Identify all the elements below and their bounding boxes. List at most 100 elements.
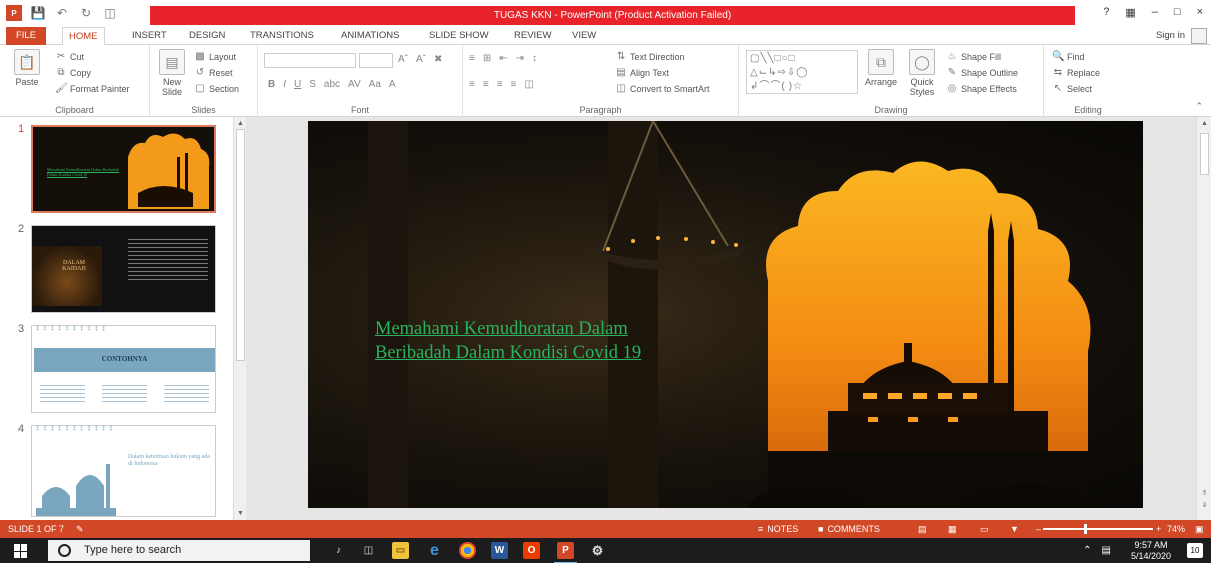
reset-button[interactable]: ↺ Reset — [194, 67, 233, 79]
sign-in-link[interactable]: Sign in — [1156, 30, 1185, 41]
thumbnail-slide-3[interactable]: ‡‡‡‡‡‡‡‡‡‡ CONTOHNYA — [31, 325, 216, 413]
thumbnail-slide-4[interactable]: ‡‡‡‡‡‡‡‡‡‡‡ Dalam ketentuan hukum yang a… — [31, 425, 216, 517]
reading-view-icon[interactable]: ▭ — [980, 520, 989, 538]
align-right-icon[interactable]: ≡ — [497, 79, 503, 90]
new-slide-button[interactable]: ▤ New Slide — [156, 49, 188, 97]
numbering-icon[interactable]: ⊞ — [483, 53, 491, 64]
layout-button[interactable]: ▩ Layout — [194, 51, 236, 63]
line-spacing-icon[interactable]: ↕ — [532, 53, 537, 64]
shape-fill-button[interactable]: ♨ Shape Fill — [946, 51, 1002, 63]
font-size-dropdown[interactable] — [359, 53, 393, 68]
close-button[interactable]: × — [1197, 6, 1203, 19]
powerpoint-taskbar-icon[interactable]: P — [554, 542, 577, 563]
font-color-icon[interactable]: A — [389, 79, 396, 90]
notes-button[interactable]: ≡ NOTES — [758, 520, 798, 538]
align-center-icon[interactable]: ≡ — [483, 79, 489, 90]
next-slide-icon[interactable]: ⇓ — [1200, 501, 1209, 510]
copy-button[interactable]: ⧉ Copy — [55, 67, 91, 79]
tab-design[interactable]: DESIGN — [183, 27, 231, 45]
settings-gear-icon[interactable]: ⚙ — [589, 542, 606, 559]
zoom-level[interactable]: 74% — [1167, 520, 1185, 538]
underline-icon[interactable]: U — [294, 79, 301, 90]
normal-view-icon[interactable]: ▤ — [918, 520, 927, 538]
format-painter-button[interactable]: 🖌 Format Painter — [55, 83, 130, 95]
clear-formatting-icon[interactable]: ✖ — [434, 54, 442, 65]
fit-slide-icon[interactable]: ▣ — [1195, 520, 1204, 538]
maximize-button[interactable]: □ — [1174, 6, 1181, 19]
slide-canvas[interactable]: Memahami Kemudhoratan Dalam Beribadah Da… — [308, 121, 1143, 508]
text-direction-button[interactable]: ⇅ Text Direction — [615, 51, 685, 63]
taskbar-search[interactable]: Type here to search — [48, 540, 310, 561]
avatar[interactable] — [1191, 28, 1207, 44]
select-button[interactable]: ↖ Select — [1052, 83, 1092, 95]
chrome-icon[interactable] — [459, 542, 476, 559]
scroll-up-arrow-icon[interactable]: ▲ — [1200, 119, 1209, 128]
convert-smartart-button[interactable]: ◫ Convert to SmartArt — [615, 83, 709, 95]
tab-view[interactable]: VIEW — [566, 27, 602, 45]
char-spacing-icon[interactable]: AV — [348, 79, 361, 90]
microphone-icon[interactable]: ♪ — [330, 542, 347, 559]
decrease-indent-icon[interactable]: ⇤ — [499, 53, 507, 64]
editor-scrollbar[interactable]: ▲ ⇑ ⇓ — [1196, 117, 1211, 520]
shadow-icon[interactable]: S — [309, 79, 316, 90]
scroll-down-arrow-icon[interactable]: ▼ — [236, 509, 245, 518]
slide-sorter-icon[interactable]: ▦ — [948, 520, 957, 538]
shrink-font-icon[interactable]: Aˇ — [416, 54, 426, 65]
clock[interactable]: 9:57 AM 5/14/2020 — [1131, 540, 1171, 562]
align-left-icon[interactable]: ≡ — [469, 79, 475, 90]
show-hidden-icons-icon[interactable]: ⌃ — [1083, 545, 1091, 556]
tab-review[interactable]: REVIEW — [508, 27, 557, 45]
shape-outline-button[interactable]: ✎ Shape Outline — [946, 67, 1018, 79]
notification-center-icon[interactable]: 10 — [1187, 543, 1203, 558]
file-explorer-icon[interactable]: ▭ — [392, 542, 409, 559]
save-icon[interactable]: 💾 — [30, 5, 46, 21]
windows-start-icon[interactable] — [14, 544, 28, 558]
collapse-ribbon-icon[interactable]: ⌃ — [1195, 101, 1203, 112]
paste-button[interactable]: 📋 Paste — [14, 49, 40, 87]
font-name-dropdown[interactable] — [264, 53, 356, 68]
network-icon[interactable]: ▤ — [1102, 545, 1111, 556]
office-icon[interactable]: O — [523, 542, 540, 559]
increase-indent-icon[interactable]: ⇥ — [516, 53, 524, 64]
undo-icon[interactable]: ↶ — [54, 5, 70, 21]
tab-transitions[interactable]: TRANSITIONS — [244, 27, 320, 45]
thumbnails-scrollbar[interactable]: ▲ ▼ — [233, 117, 246, 520]
cut-button[interactable]: ✂ Cut — [55, 51, 84, 63]
tab-file[interactable]: FILE — [6, 27, 46, 45]
scrollbar-thumb[interactable] — [1200, 133, 1209, 175]
columns-icon[interactable]: ◫ — [524, 79, 533, 90]
help-button[interactable]: ? — [1103, 6, 1109, 19]
previous-slide-icon[interactable]: ⇑ — [1200, 489, 1209, 498]
justify-icon[interactable]: ≡ — [511, 79, 517, 90]
spelling-check-icon[interactable]: ✎ — [76, 520, 84, 538]
redo-icon[interactable]: ↻ — [78, 5, 94, 21]
italic-icon[interactable]: I — [283, 79, 286, 90]
slide-title-textbox[interactable]: Memahami Kemudhoratan Dalam Beribadah Da… — [375, 317, 755, 365]
shapes-gallery[interactable]: ▢╲╲□○□ △⌙↳⇨⇩◯ ↲⌒⌒( )☆ — [746, 50, 858, 94]
minimize-button[interactable]: – — [1152, 6, 1158, 19]
scrollbar-thumb[interactable] — [236, 129, 245, 361]
section-button[interactable]: ▢ Section — [194, 83, 239, 95]
change-case-icon[interactable]: Aa — [369, 79, 381, 90]
tab-home[interactable]: HOME — [62, 27, 105, 46]
edge-browser-icon[interactable]: e — [426, 542, 443, 559]
zoom-slider-thumb[interactable] — [1084, 524, 1087, 534]
align-text-button[interactable]: ▤ Align Text — [615, 67, 669, 79]
shape-effects-button[interactable]: ◎ Shape Effects — [946, 83, 1017, 95]
ribbon-display-options-icon[interactable]: ▦ — [1125, 6, 1135, 19]
zoom-slider[interactable] — [1043, 524, 1153, 534]
scroll-up-arrow-icon[interactable]: ▲ — [236, 119, 245, 128]
tab-slide-show[interactable]: SLIDE SHOW — [423, 27, 495, 45]
find-button[interactable]: 🔍 Find — [1052, 51, 1085, 63]
replace-button[interactable]: ⇆ Replace — [1052, 67, 1100, 79]
tab-animations[interactable]: ANIMATIONS — [335, 27, 405, 45]
start-from-beginning-icon[interactable]: ◫ — [102, 5, 118, 21]
comments-button[interactable]: ■ COMMENTS — [818, 520, 880, 538]
bold-icon[interactable]: B — [268, 79, 275, 90]
grow-font-icon[interactable]: Aˆ — [398, 54, 408, 65]
thumbnail-slide-2[interactable]: DALAM KAIDAH — [31, 225, 216, 313]
quick-styles-button[interactable]: ◯ Quick Styles — [905, 49, 939, 97]
slide-show-icon[interactable]: ▼ — [1010, 520, 1019, 538]
thumbnail-slide-1[interactable]: Memahami Kemudhoratan Dalam Beribadah Da… — [31, 125, 216, 213]
strikethrough-icon[interactable]: abc — [324, 79, 340, 90]
